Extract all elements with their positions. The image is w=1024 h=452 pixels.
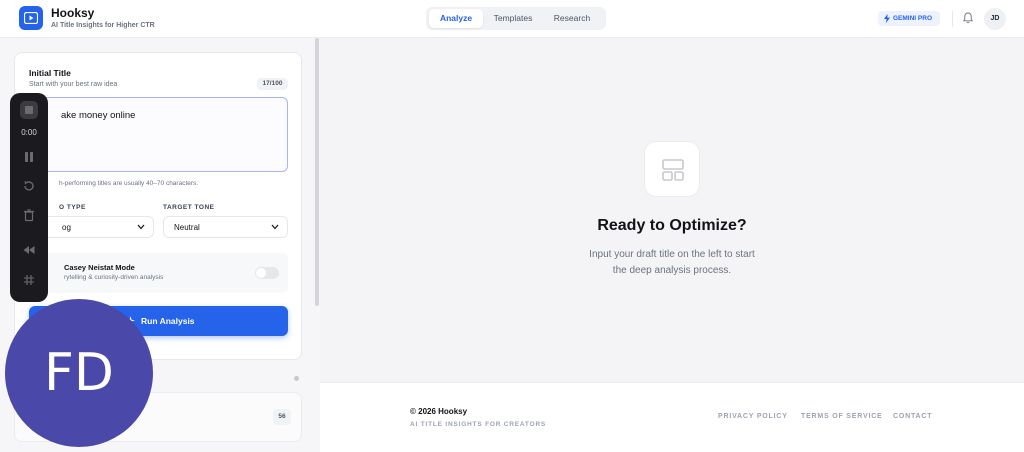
casey-mode-box: Casey Neistat Mode rytelling & curiosity… — [29, 253, 288, 293]
video-type-value: og — [62, 223, 71, 232]
chevron-down-icon — [271, 224, 279, 230]
target-tone-select[interactable]: Neutral — [163, 216, 288, 238]
target-tone-label: TARGET TONE — [163, 204, 215, 211]
ready-desc-line-2: the deep analysis process. — [612, 265, 732, 276]
brand-tagline: AI Title Insights for Higher CTR — [51, 22, 155, 29]
run-analysis-label: Run Analysis — [141, 316, 195, 326]
ready-title: Ready to Optimize? — [597, 217, 747, 234]
tab-analyze[interactable]: Analyze — [429, 9, 483, 28]
main-content: Ready to Optimize? Input your draft titl… — [320, 38, 1024, 382]
user-avatar[interactable]: JD — [984, 8, 1006, 30]
terms-of-service-link[interactable]: TERMS OF SERVICE — [801, 413, 883, 420]
initial-title-label: Initial Title — [29, 68, 71, 78]
ready-desc-line-1: Input your draft title on the left to st… — [589, 249, 755, 260]
gemini-pro-label: GEMINI PRO — [893, 15, 933, 22]
screen-recorder-toolbar: 0:00 — [10, 93, 48, 302]
main-nav: Analyze Templates Research — [426, 7, 606, 30]
layout-template-icon — [644, 141, 700, 197]
contact-link[interactable]: CONTACT — [893, 413, 932, 420]
tab-templates[interactable]: Templates — [486, 9, 540, 28]
footer-tagline: AI TITLE INSIGHTS FOR CREATORS — [410, 421, 547, 428]
trash-icon[interactable] — [22, 208, 36, 222]
history-score-badge: 56 — [273, 409, 291, 425]
app-header: Hooksy AI Title Insights for Higher CTR … — [0, 0, 1024, 38]
privacy-policy-link[interactable]: PRIVACY POLICY — [718, 413, 788, 420]
casey-mode-sub: rytelling & curiosity-driven analysis — [64, 274, 164, 281]
ready-description: Input your draft title on the left to st… — [552, 247, 792, 279]
tab-research[interactable]: Research — [544, 9, 600, 28]
brand-name: Hooksy — [51, 6, 95, 20]
video-type-label: O TYPE — [59, 204, 86, 211]
header-divider — [952, 11, 953, 27]
gemini-pro-badge[interactable]: GEMINI PRO — [878, 11, 940, 26]
target-tone-value: Neutral — [174, 223, 200, 232]
logo-play-icon[interactable] — [19, 6, 43, 30]
initial-title-sub: Start with your best raw idea — [29, 81, 118, 88]
restart-icon[interactable] — [22, 179, 36, 193]
casey-mode-toggle[interactable] — [255, 267, 279, 279]
rewind-icon[interactable] — [22, 243, 36, 257]
footer-copyright: © 2026 Hooksy — [410, 407, 468, 416]
pause-icon[interactable] — [22, 150, 36, 164]
title-hint: h-performing titles are usually 40–70 ch… — [59, 180, 199, 187]
left-scrollbar[interactable] — [315, 38, 319, 306]
bolt-icon — [884, 14, 890, 23]
toggle-knob — [256, 268, 266, 278]
bell-icon[interactable] — [963, 12, 973, 24]
char-count-badge: 17/100 — [257, 78, 288, 90]
title-input[interactable]: ake money online — [29, 97, 288, 172]
grid-icon[interactable] — [22, 273, 36, 287]
casey-mode-title: Casey Neistat Mode — [64, 263, 135, 272]
footer: © 2026 Hooksy AI TITLE INSIGHTS FOR CREA… — [320, 382, 1024, 452]
recorder-time: 0:00 — [21, 128, 37, 137]
history-indicator-dot — [294, 376, 299, 381]
chevron-down-icon — [137, 224, 145, 230]
webcam-avatar: FD — [5, 299, 153, 447]
stop-icon[interactable] — [20, 101, 38, 119]
